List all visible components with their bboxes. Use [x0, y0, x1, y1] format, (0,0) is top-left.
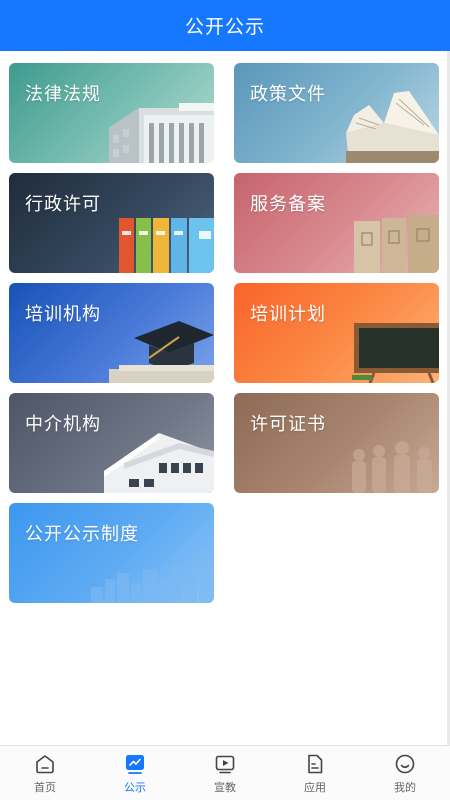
smiley-face-icon: [395, 754, 415, 773]
card-label: 法律法规: [25, 84, 101, 105]
card-label: 中介机构: [25, 414, 101, 435]
card-label: 政策文件: [250, 84, 326, 105]
tab-home[interactable]: 首页: [0, 746, 90, 800]
card-label: 服务备案: [250, 194, 326, 215]
card-administrative-license[interactable]: 行政许可: [9, 173, 214, 273]
card-public-disclosure-system[interactable]: 公开公示制度: [9, 503, 214, 603]
video-play-icon: [215, 755, 235, 773]
file-boxes-illustration: [354, 215, 439, 273]
graduation-cap-illustration: [109, 321, 214, 383]
bottom-tab-bar: 首页 公示 宣教 应用 我的: [0, 745, 450, 800]
chalkboard-illustration: [352, 323, 439, 383]
card-label: 许可证书: [250, 414, 326, 435]
card-label: 行政许可: [25, 194, 101, 215]
card-training-plan[interactable]: 培训计划: [234, 283, 439, 383]
city-skyline-illustration: [91, 551, 214, 603]
card-label: 公开公示制度: [25, 524, 139, 545]
card-label: 培训机构: [25, 304, 101, 325]
card-policy-documents[interactable]: 政策文件: [234, 63, 439, 163]
binders-illustration: [119, 218, 214, 273]
tab-label: 宣教: [214, 780, 236, 794]
people-silhouette-illustration: [352, 441, 432, 493]
tab-publicity[interactable]: 公示: [90, 746, 180, 800]
modern-building-illustration: [104, 433, 214, 493]
card-license-certificates[interactable]: 许可证书: [234, 393, 439, 493]
card-label: 培训计划: [250, 304, 326, 325]
chart-icon: [126, 754, 144, 774]
document-icon: [308, 754, 323, 773]
card-training-institutions[interactable]: 培训机构: [9, 283, 214, 383]
tab-apps[interactable]: 应用: [270, 746, 360, 800]
building-illustration: [109, 103, 214, 163]
card-intermediary-agencies[interactable]: 中介机构: [9, 393, 214, 493]
category-grid: 法律法规 政策文件 行政许可 服务备案 培训机构 培训计划 中介机构 许可证书 …: [0, 0, 450, 800]
tab-label: 公示: [124, 780, 146, 794]
tab-mine[interactable]: 我的: [360, 746, 450, 800]
tab-label: 应用: [304, 780, 326, 794]
tab-education[interactable]: 宣教: [180, 746, 270, 800]
open-book-illustration: [346, 91, 439, 163]
card-laws-regulations[interactable]: 法律法规: [9, 63, 214, 163]
tab-label: 首页: [34, 780, 56, 794]
card-service-filing[interactable]: 服务备案: [234, 173, 439, 273]
tab-label: 我的: [394, 780, 416, 794]
home-icon: [36, 754, 54, 773]
